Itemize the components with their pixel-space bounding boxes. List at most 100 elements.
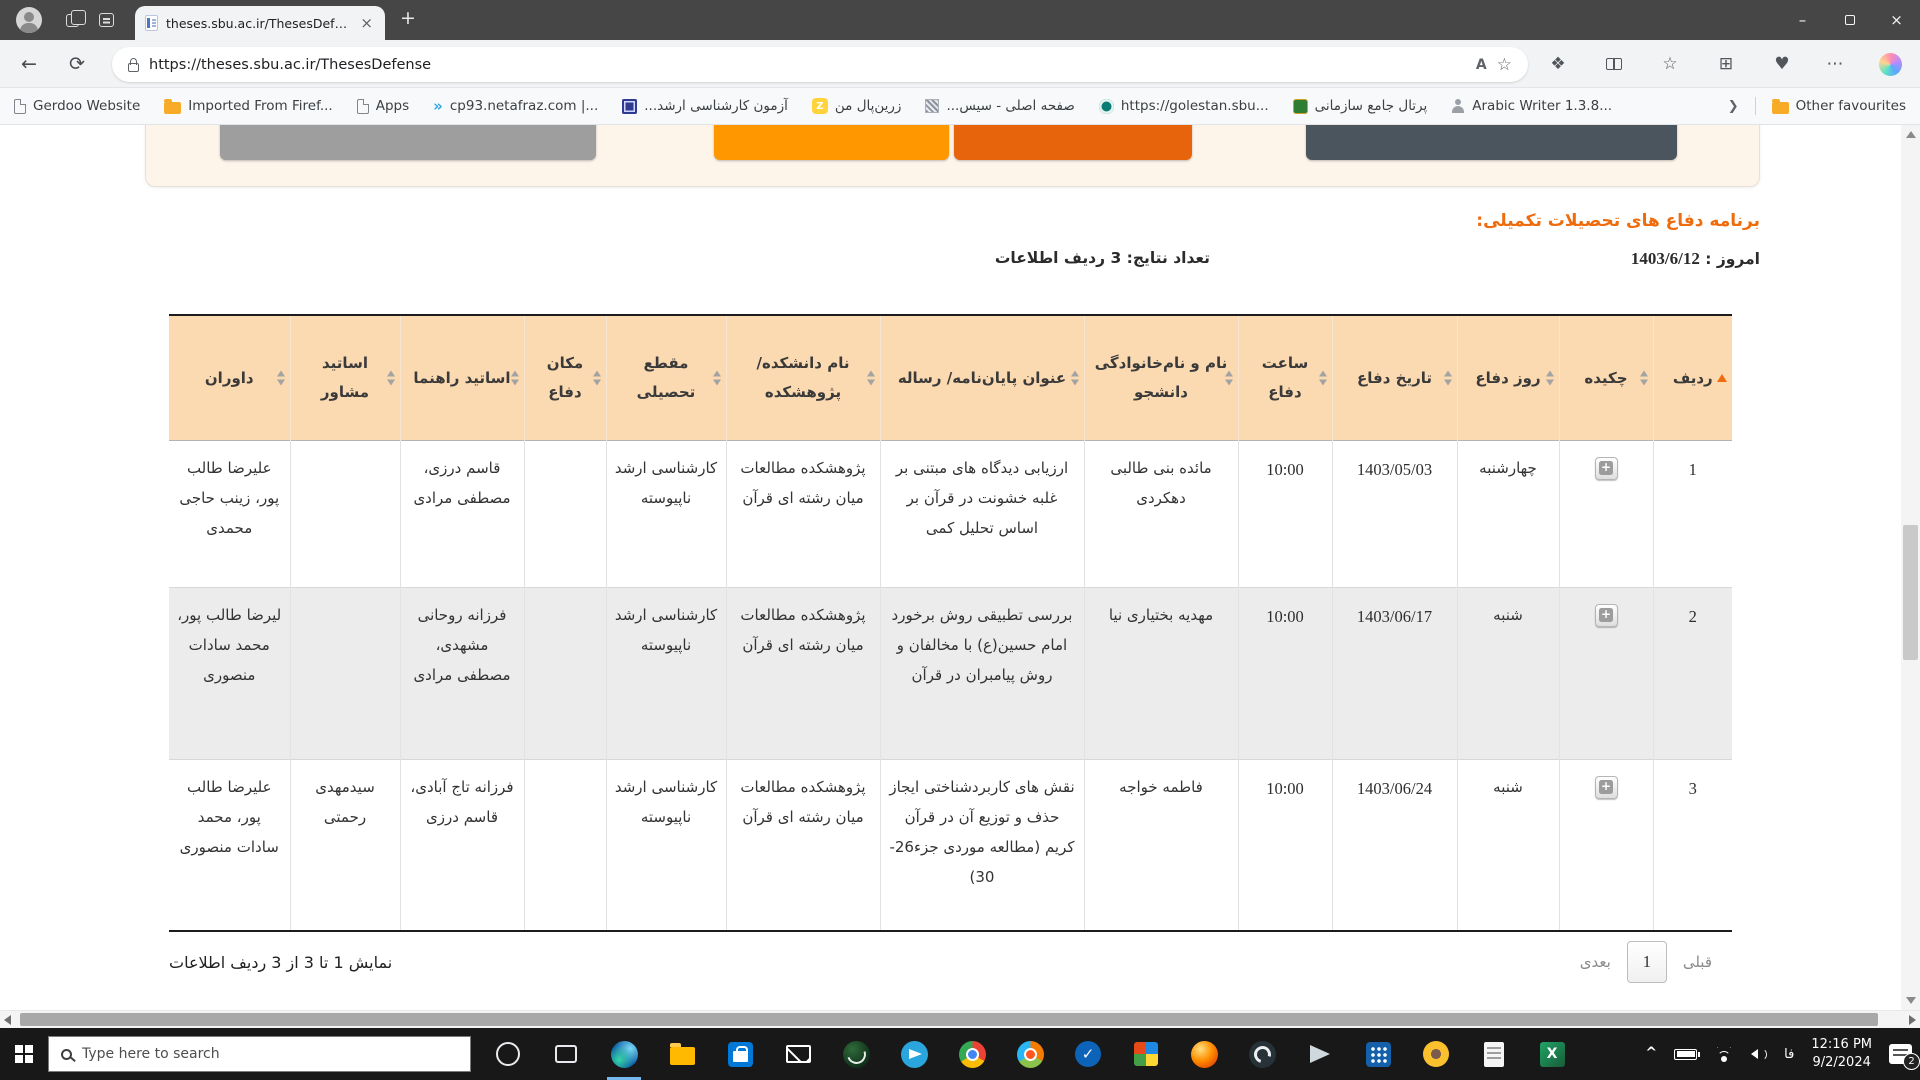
address-bar[interactable]: https://theses.sbu.ac.ir/ThesesDefense A… [112,47,1528,82]
browser-tab[interactable]: theses.sbu.ac.ir/ThesesDefense × [135,6,385,40]
column-header-advisors[interactable]: اساتید مشاور [290,315,401,440]
close-button[interactable]: × [1873,0,1920,40]
telegram-button[interactable] [885,1028,943,1080]
taskbar-search[interactable] [48,1036,471,1072]
column-header-level[interactable]: مقطع تحصیلی [606,315,727,440]
globe-app-button[interactable] [827,1028,885,1080]
read-aloud-icon[interactable]: A [1476,57,1487,73]
copilot-icon[interactable] [1872,40,1908,88]
column-header-day[interactable]: روز دفاع [1457,315,1560,440]
pagination-next[interactable]: بعدی [1580,953,1611,971]
excel-button[interactable] [1523,1028,1581,1080]
notification-center-icon[interactable]: 2 [1889,1044,1920,1070]
workspaces-icon[interactable] [66,9,86,27]
file-explorer-button[interactable] [653,1028,711,1080]
store-button[interactable] [711,1028,769,1080]
toolbar-button-orange[interactable] [714,125,949,160]
battery-icon[interactable] [1674,1048,1701,1060]
bookmark-item[interactable]: Gerdoo Website [14,98,140,114]
search-input[interactable] [82,1046,458,1062]
bookmark-item[interactable]: Imported From Firef... [164,98,333,114]
horizontal-scrollbar-thumb[interactable] [20,1013,1878,1026]
tray-overflow-chevron-icon[interactable]: ^ [1645,1045,1657,1061]
other-favourites[interactable]: Other favourites [1771,98,1906,114]
pagination-prev[interactable]: قبلی [1683,953,1712,971]
close-icon: × [1890,11,1903,29]
column-header-title[interactable]: عنوان پایان‌نامه/ رساله [880,315,1085,440]
check-app-button[interactable] [1059,1028,1117,1080]
bookmark-item[interactable]: Apps [356,98,409,114]
profile-avatar[interactable] [16,7,42,33]
bookmarks-overflow-chevron[interactable]: ❯ [1728,99,1739,114]
calculator-button[interactable] [1349,1028,1407,1080]
collections-icon[interactable]: ⊞ [1711,40,1741,88]
column-header-judges[interactable]: داوران [169,315,291,440]
cortana-button[interactable] [479,1028,537,1080]
column-header-supervisors[interactable]: اساتید راهنما [400,315,525,440]
volume-icon[interactable] [1751,1047,1768,1061]
chrome-button[interactable] [943,1028,1001,1080]
pagination-page-1[interactable]: 1 [1626,941,1667,983]
maximize-button[interactable] [1826,0,1873,40]
add-favorite-star-icon[interactable]: ☆ [1497,55,1512,75]
edge-app-button[interactable] [595,1028,653,1080]
split-screen-icon[interactable] [1599,40,1629,88]
mail-button[interactable] [769,1028,827,1080]
browser-essentials-icon[interactable]: ♥ [1767,40,1797,88]
bookmark-item[interactable]: Z زرین‌پال من [811,98,901,114]
column-header-location[interactable]: مکان دفاع [524,315,607,440]
column-header-radif[interactable]: ردیف [1653,315,1732,440]
abstract-expand-button[interactable]: + [1594,775,1618,799]
vertical-scrollbar[interactable] [1901,125,1920,1010]
bookmark-item[interactable]: https://golestan.sbu... [1098,98,1269,114]
swirl-app-button[interactable] [1233,1028,1291,1080]
bookmark-item[interactable]: پرتال جامع سازمانی [1292,98,1427,114]
bookmark-item[interactable]: » cp93.netafraz.com |... [433,98,598,114]
back-button[interactable]: ← [14,40,44,88]
scroll-left-arrow-icon[interactable] [4,1015,11,1025]
tab-close-icon[interactable]: × [358,14,375,32]
tab-actions-icon[interactable] [99,13,114,27]
settings-menu-icon[interactable]: ⋯ [1820,40,1850,88]
taskbar-clock[interactable]: 12:16 PM 9/2/2024 [1811,1036,1872,1072]
browser-app-button[interactable] [1001,1028,1059,1080]
wifi-icon[interactable] [1714,1047,1734,1062]
new-tab-button[interactable]: + [400,7,416,29]
task-view-button[interactable] [537,1028,595,1080]
abstract-expand-button[interactable]: + [1594,603,1618,627]
address-bar-row: ← ⟳ https://theses.sbu.ac.ir/ThesesDefen… [0,40,1920,88]
star-glyph: ☆ [1662,54,1678,74]
url-text[interactable]: https://theses.sbu.ac.ir/ThesesDefense [149,57,1466,73]
refresh-button[interactable]: ⟳ [62,40,92,88]
scroll-right-arrow-icon[interactable] [1909,1015,1916,1025]
notepad-button[interactable] [1465,1028,1523,1080]
horizontal-scrollbar[interactable] [0,1010,1920,1028]
scroll-up-arrow-icon[interactable] [1906,131,1916,138]
start-button[interactable] [0,1028,48,1080]
column-header-time[interactable]: ساعت دفاع [1238,315,1333,440]
column-header-faculty[interactable]: نام دانشکده/ پژوهشکده [726,315,881,440]
toolbar-button-slate[interactable] [1306,125,1677,160]
vertical-scrollbar-thumb[interactable] [1903,525,1918,660]
gear-app-button[interactable] [1407,1028,1465,1080]
column-header-student[interactable]: نام و نام‌خانوادگی دانشجو [1084,315,1239,440]
bookmark-item[interactable]: Arabic Writer 1.3.8... [1451,98,1612,114]
grid-app-button[interactable] [1117,1028,1175,1080]
toolbar-button-dark-orange[interactable] [954,125,1192,160]
favourites-bar-icon[interactable]: ☆ [1655,40,1685,88]
abstract-expand-button[interactable]: + [1594,456,1618,480]
send-app-button[interactable] [1291,1028,1349,1080]
bookmark-item[interactable]: صفحه اصلی - سیس... [925,98,1075,114]
scroll-down-arrow-icon[interactable] [1906,997,1916,1004]
send-app-icon [1310,1045,1330,1063]
extensions-icon[interactable]: ❖ [1543,40,1573,88]
column-header-abstract[interactable]: چکیده [1559,315,1654,440]
bookmark-item[interactable]: آزمون کارشناسی ارشد... [622,98,788,114]
toolbar-button-gray[interactable] [220,125,596,160]
minimize-button[interactable]: – [1779,0,1826,40]
cell-radif: 2 [1653,586,1732,759]
file-explorer-icon [669,1043,695,1065]
firefox-button[interactable] [1175,1028,1233,1080]
language-indicator[interactable]: فا [1784,1047,1794,1062]
column-header-date[interactable]: تاریخ دفاع [1332,315,1458,440]
